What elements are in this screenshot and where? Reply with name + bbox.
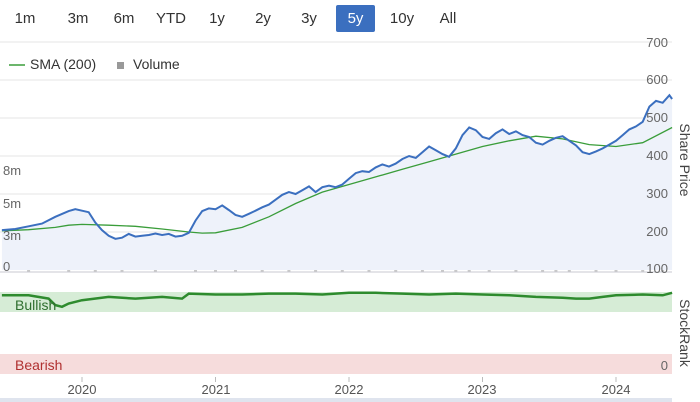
x-tick-2020: 2020 [68, 382, 97, 397]
legend-volume-label[interactable]: Volume [133, 56, 180, 72]
stockrank-axis-label: StockRank [677, 299, 693, 368]
price-tick-400: 400 [646, 148, 668, 163]
price-tick-300: 300 [646, 186, 668, 201]
legend-sma-label[interactable]: SMA (200) [30, 56, 96, 72]
x-tick-2023: 2023 [468, 382, 497, 397]
volume-tick-5m: 5m [3, 196, 21, 211]
price-tick-600: 600 [646, 72, 668, 87]
stockrank-zero-label: 0 [661, 358, 668, 373]
volume-tick-0: 0 [3, 259, 10, 274]
price-tick-200: 200 [646, 224, 668, 239]
price-tick-700: 700 [646, 35, 668, 50]
legend: SMA (200) Volume [9, 56, 180, 72]
stockrank-bearish-band [0, 354, 672, 374]
legend-volume-swatch [117, 62, 124, 69]
stockrank-bullish-band [0, 292, 672, 312]
stockrank-bullish-label: Bullish [15, 297, 56, 313]
stockrank-bearish-label: Bearish [15, 357, 62, 373]
price-tick-500: 500 [646, 110, 668, 125]
x-tick-2022: 2022 [335, 382, 364, 397]
volume-tick-8m: 8m [3, 163, 21, 178]
volume-tick-3m: 3m [3, 228, 21, 243]
navigator-strip[interactable] [0, 398, 672, 402]
x-tick-2024: 2024 [602, 382, 631, 397]
x-tick-2021: 2021 [202, 382, 231, 397]
price-tick-100: 100 [646, 261, 668, 276]
price-axis-label: Share Price [677, 123, 693, 196]
share-price-chart: 700 600 500 400 300 200 100 Share Price … [0, 35, 693, 402]
